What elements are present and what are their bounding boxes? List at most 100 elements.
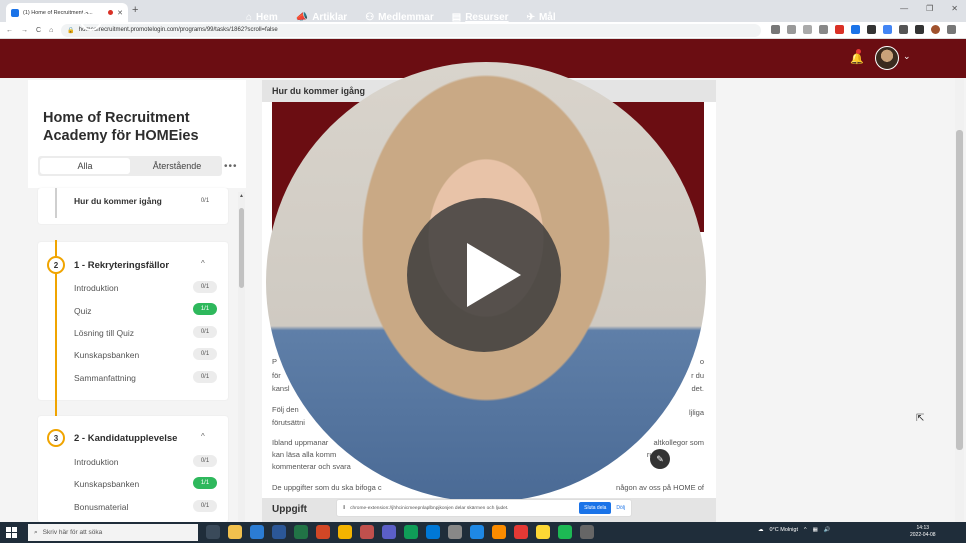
flag-icon: ✈ bbox=[526, 12, 535, 23]
back-icon[interactable]: ← bbox=[6, 27, 13, 34]
progress-badge: 0/1 bbox=[193, 455, 217, 467]
clock[interactable]: 14:13 2022-04-08 bbox=[910, 525, 936, 539]
close-window-icon[interactable]: ✕ bbox=[951, 4, 958, 13]
nav-medlemmar[interactable]: ⚇ Medlemmar bbox=[365, 12, 434, 23]
share-indicator-icon: ⦀ bbox=[343, 506, 346, 511]
home-icon[interactable]: ⌂ bbox=[49, 27, 53, 34]
section-title[interactable]: 2 - Kandidatupplevelse bbox=[74, 433, 177, 444]
weather-icon: ☁ bbox=[758, 527, 764, 533]
lesson-item[interactable]: Kunskapsbanken bbox=[74, 479, 139, 489]
progress-badge: 0/1 bbox=[193, 281, 217, 293]
excel-icon[interactable] bbox=[294, 525, 308, 539]
progress-badge: 1/1 bbox=[193, 303, 217, 315]
close-tab-icon[interactable]: ✕ bbox=[117, 9, 123, 17]
maximize-icon[interactable]: ❐ bbox=[926, 4, 933, 13]
nav-artiklar[interactable]: 📣 Artiklar bbox=[296, 12, 347, 23]
more-options-icon[interactable]: ••• bbox=[224, 161, 238, 172]
extension-icon[interactable] bbox=[883, 25, 892, 34]
weather-text[interactable]: 0°C Molnigt bbox=[770, 527, 799, 533]
windows-start-icon[interactable] bbox=[6, 527, 17, 538]
section-number: 3 bbox=[47, 429, 65, 447]
extension-icon[interactable] bbox=[835, 25, 844, 34]
volume-icon[interactable]: 🔊 bbox=[824, 527, 831, 533]
network-icon[interactable]: ▦ bbox=[813, 527, 818, 533]
section-title[interactable]: 1 - Rekryteringsfällor bbox=[74, 260, 169, 271]
taskbar-search[interactable]: ⌕ Skriv här för att söka bbox=[28, 524, 198, 541]
app-icon[interactable] bbox=[514, 525, 528, 539]
lesson-item[interactable]: Hur du kommer igång bbox=[74, 196, 162, 206]
chevron-up-icon[interactable]: ^ bbox=[201, 259, 205, 268]
app-icon[interactable] bbox=[360, 525, 374, 539]
lesson-item[interactable]: Introduktion bbox=[74, 283, 118, 293]
page-scroll-thumb[interactable] bbox=[956, 130, 963, 450]
filter-remaining[interactable]: Återstående bbox=[132, 156, 222, 176]
nav-resurser[interactable]: ▤ Resurser bbox=[452, 12, 509, 23]
lesson-item[interactable]: Lösning till Quiz bbox=[74, 328, 134, 338]
minimize-icon[interactable]: — bbox=[900, 4, 908, 13]
app-icon[interactable] bbox=[404, 525, 418, 539]
screen-share-bar: ⦀ chrome-extension://jhhcinicmeepnlaplbn… bbox=[336, 499, 632, 517]
word-icon[interactable] bbox=[272, 525, 286, 539]
spotify-icon[interactable] bbox=[558, 525, 572, 539]
sidebar-scroll-thumb[interactable] bbox=[239, 208, 244, 288]
lesson-item[interactable]: Sammanfattning bbox=[74, 373, 136, 383]
star-icon[interactable] bbox=[819, 25, 828, 34]
users-icon: ⚇ bbox=[365, 12, 375, 23]
edge-icon[interactable] bbox=[426, 525, 440, 539]
logo[interactable]: H bbox=[80, 9, 102, 31]
reload-icon[interactable]: C bbox=[36, 27, 41, 34]
teams-icon[interactable] bbox=[382, 525, 396, 539]
lock-icon: 🔒 bbox=[67, 27, 75, 34]
favicon-icon bbox=[11, 8, 19, 17]
browser-tab[interactable]: (1) Home of Recruitment A... ✕ bbox=[6, 3, 128, 22]
chevron-up-icon[interactable]: ^ bbox=[201, 432, 205, 441]
lesson-item[interactable]: Bonusmaterial bbox=[74, 502, 128, 512]
profile-icon[interactable] bbox=[931, 25, 940, 34]
extension-icon[interactable] bbox=[851, 25, 860, 34]
extension-icon[interactable] bbox=[867, 25, 876, 34]
video-denim-overlay bbox=[266, 340, 706, 502]
app-icon[interactable] bbox=[470, 525, 484, 539]
nav-mal[interactable]: ✈ Mål bbox=[527, 12, 556, 23]
notification-bell-icon[interactable]: 🔔 bbox=[850, 52, 864, 65]
lesson-item[interactable]: Introduktion bbox=[74, 457, 118, 467]
clock-date: 2022-04-08 bbox=[910, 532, 936, 538]
play-icon bbox=[467, 243, 521, 307]
url-bar[interactable]: 🔒 homeofrecruitment.promotelogin.com/pro… bbox=[61, 23, 762, 37]
app-icon[interactable] bbox=[448, 525, 462, 539]
task-view-icon[interactable] bbox=[206, 525, 220, 539]
progress-badge: 0/1 bbox=[193, 326, 217, 338]
settings-icon[interactable] bbox=[580, 525, 594, 539]
extension-icon[interactable] bbox=[771, 25, 780, 34]
share-text: chrome-extension://jhhcinicmeepnlaplbnpj… bbox=[350, 505, 509, 511]
tray-chevron-icon[interactable]: ^ bbox=[804, 527, 807, 533]
avatar[interactable] bbox=[875, 46, 899, 70]
nav-hem[interactable]: ⌂ Hem bbox=[246, 12, 278, 23]
timeline-line bbox=[55, 188, 57, 218]
chrome-icon[interactable] bbox=[338, 525, 352, 539]
hide-button[interactable]: Dölj bbox=[616, 505, 625, 511]
stop-sharing-button[interactable]: Sluta dela bbox=[579, 502, 612, 514]
puzzle-icon[interactable] bbox=[899, 25, 908, 34]
menu-icon[interactable] bbox=[947, 25, 956, 34]
chevron-down-icon[interactable]: ⌄ bbox=[903, 51, 911, 62]
scroll-up-icon[interactable]: ▲ bbox=[239, 193, 244, 199]
outlook-icon[interactable] bbox=[250, 525, 264, 539]
screen: (1) Home of Recruitment A... ✕ + — ❐ ✕ ←… bbox=[0, 0, 966, 543]
app-icon[interactable] bbox=[536, 525, 550, 539]
filter-all[interactable]: Alla bbox=[40, 158, 130, 174]
zoom-icon[interactable] bbox=[787, 25, 796, 34]
new-tab-button[interactable]: + bbox=[132, 4, 138, 16]
file-explorer-icon[interactable] bbox=[228, 525, 242, 539]
mouse-cursor-icon: ⇱ bbox=[916, 413, 925, 424]
course-title: Home of Recruitment Academy för HOMEies bbox=[43, 110, 199, 144]
pin-icon[interactable]: ✎ bbox=[650, 449, 670, 469]
forward-icon[interactable]: → bbox=[21, 27, 28, 34]
url-text: homeofrecruitment.promotelogin.com/progr… bbox=[78, 27, 278, 33]
share-icon[interactable] bbox=[803, 25, 812, 34]
sidepanel-icon[interactable] bbox=[915, 25, 924, 34]
lesson-item[interactable]: Kunskapsbanken bbox=[74, 350, 139, 360]
powerpoint-icon[interactable] bbox=[316, 525, 330, 539]
lesson-item[interactable]: Quiz bbox=[74, 306, 91, 316]
app-icon[interactable] bbox=[492, 525, 506, 539]
